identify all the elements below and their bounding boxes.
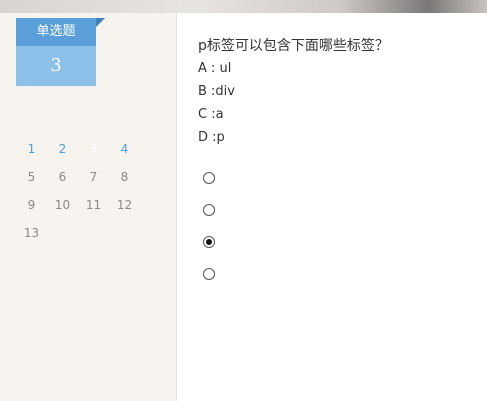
nav-item-11[interactable]: 11: [78, 191, 109, 219]
radio-option-b[interactable]: [203, 204, 215, 216]
navigator-row: 9 10 11 12: [16, 191, 156, 219]
question-content: p标签可以包含下面哪些标签？ A : ul B :div C :a D :p: [198, 35, 389, 149]
question-type-label: 单选题: [16, 18, 96, 46]
radio-option-a[interactable]: [203, 172, 215, 184]
nav-item-6[interactable]: 6: [47, 163, 78, 191]
option-text-c: C :a: [198, 107, 224, 122]
radio-option-c-selected[interactable]: [203, 236, 215, 248]
question-panel: p标签可以包含下面哪些标签？ A : ul B :div C :a D :p: [177, 13, 487, 401]
navigator-row: 5 6 7 8: [16, 163, 156, 191]
nav-item-3-current[interactable]: 3: [78, 135, 109, 163]
nav-item-2[interactable]: 2: [47, 135, 78, 163]
question-type-tag: 单选题 3: [16, 18, 105, 86]
nav-item-10[interactable]: 10: [47, 191, 78, 219]
option-text-d: D :p: [198, 130, 225, 145]
nav-item-4[interactable]: 4: [109, 135, 140, 163]
option-text-a: A : ul: [198, 61, 232, 76]
nav-item-8[interactable]: 8: [109, 163, 140, 191]
question-title: p标签可以包含下面哪些标签？: [198, 38, 389, 54]
navigator-row: 1 2 3 4: [16, 135, 156, 163]
answer-radio-group: [203, 172, 215, 300]
nav-item-12[interactable]: 12: [109, 191, 140, 219]
question-navigator: 1 2 3 4 5 6 7 8 9 10 11 12 13: [16, 135, 156, 247]
nav-item-5[interactable]: 5: [16, 163, 47, 191]
radio-option-d[interactable]: [203, 268, 215, 280]
current-question-number: 3: [16, 46, 96, 86]
option-text-b: B :div: [198, 84, 235, 99]
nav-item-1[interactable]: 1: [16, 135, 47, 163]
question-sidebar: 单选题 3 1 2 3 4 5 6 7 8 9 10 11 12 13: [0, 13, 177, 401]
nav-item-9[interactable]: 9: [16, 191, 47, 219]
nav-item-13[interactable]: 13: [16, 219, 47, 247]
nav-item-7[interactable]: 7: [78, 163, 109, 191]
navigator-row: 13: [16, 219, 156, 247]
header-backdrop: [0, 0, 487, 13]
tag-fold-corner: [96, 18, 105, 27]
